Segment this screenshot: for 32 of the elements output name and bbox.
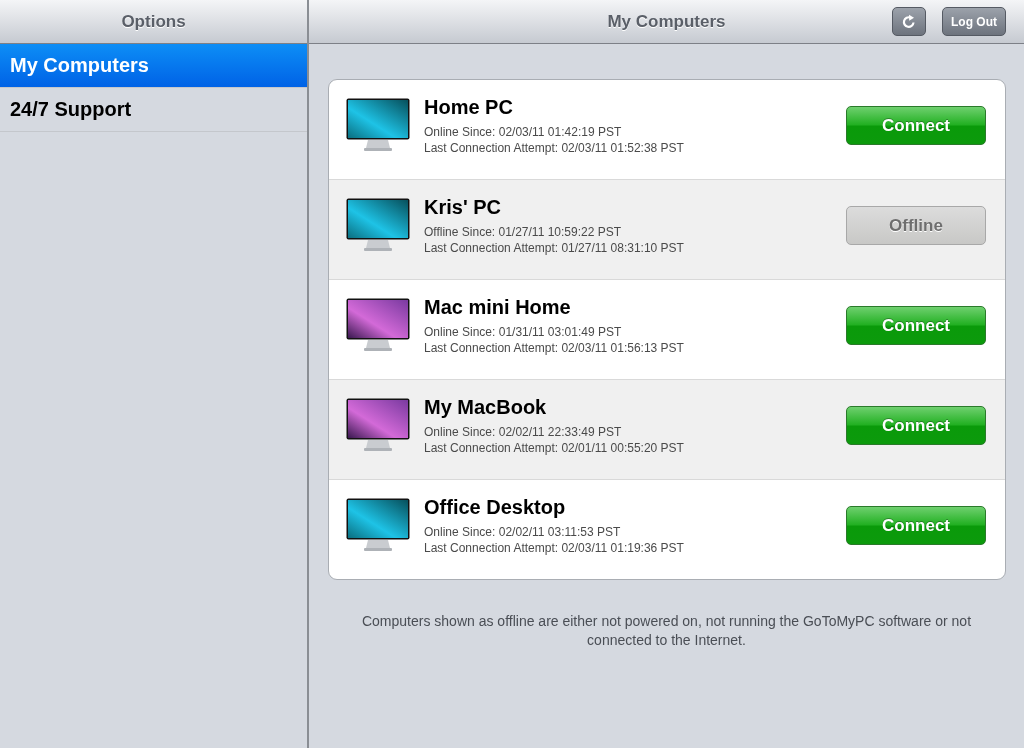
monitor-icon: [346, 397, 410, 454]
connect-button[interactable]: Connect: [846, 506, 986, 545]
computer-name: Mac mini Home: [424, 295, 572, 319]
refresh-icon: [901, 13, 917, 30]
last-attempt-text: Last Connection Attempt: 02/03/11 01:19:36 PST: [424, 539, 685, 556]
status-text: Online Since: 01/31/11 03:01:49 PST: [424, 323, 623, 340]
monitor-icon: [346, 497, 410, 554]
monitor-icon: [346, 297, 410, 354]
page-title: My Computers: [607, 11, 726, 32]
last-attempt-text: Last Connection Attempt: 02/03/11 01:52:38 PST: [424, 139, 685, 156]
computer-name: Home PC: [424, 95, 514, 119]
connect-button[interactable]: Connect: [846, 106, 986, 145]
logout-button[interactable]: Log Out: [942, 7, 1006, 36]
sidebar-title: Options: [121, 11, 186, 32]
refresh-button[interactable]: [892, 7, 926, 36]
connect-button[interactable]: Connect: [846, 306, 986, 345]
sidebar-item[interactable]: My Computers: [0, 44, 307, 88]
status-text: Online Since: 02/02/11 22:33:49 PST: [424, 423, 623, 440]
last-attempt-text: Last Connection Attempt: 01/27/11 08:31:10 PST: [424, 239, 685, 256]
footnote: Computers shown as offline are either not powered on, not running the GoToMyPC software or not connected to the Internet.: [360, 612, 973, 650]
computer-name: Office Desktop: [424, 495, 567, 519]
status-text: Offline Since: 01/27/11 10:59:22 PST: [424, 223, 623, 240]
monitor-icon: [346, 97, 410, 154]
computer-name: My MacBook: [424, 395, 548, 419]
last-attempt-text: Last Connection Attempt: 02/03/11 01:56:13 PST: [424, 339, 685, 356]
computer-name: Kris' PC: [424, 195, 502, 219]
sidebar-item[interactable]: 24/7 Support: [0, 88, 307, 132]
status-text: Online Since: 02/03/11 01:42:19 PST: [424, 123, 623, 140]
connect-button[interactable]: Connect: [846, 406, 986, 445]
monitor-icon: [346, 197, 410, 254]
last-attempt-text: Last Connection Attempt: 02/01/11 00:55:20 PST: [424, 439, 685, 456]
status-text: Online Since: 02/02/11 03:11:53 PST: [424, 523, 622, 540]
